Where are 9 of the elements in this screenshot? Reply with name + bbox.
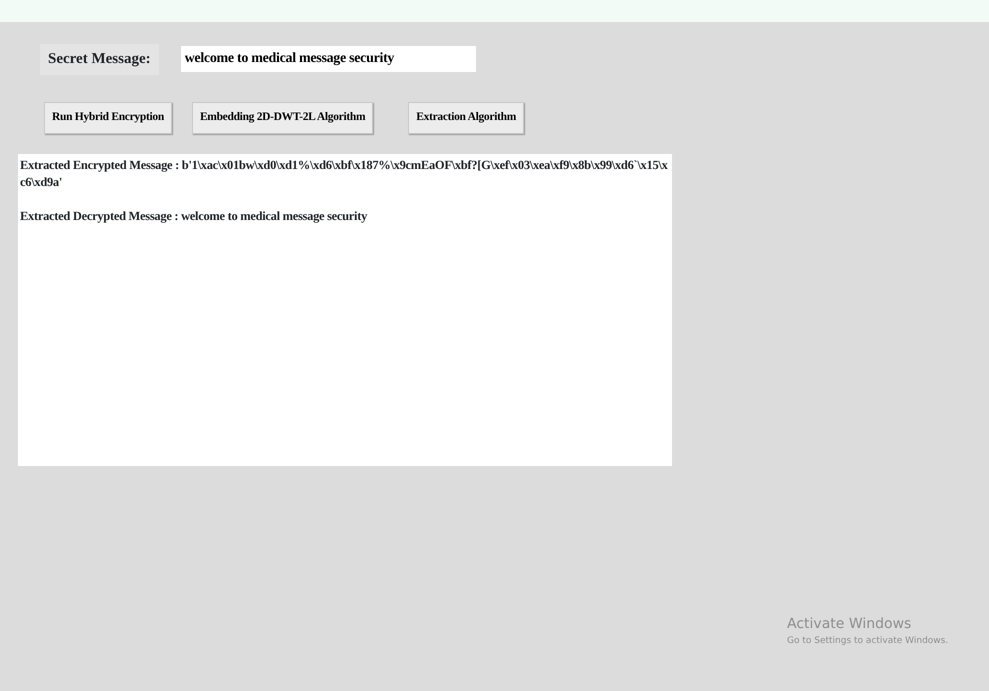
- action-button[interactable]: Extraction Algorithm: [408, 102, 524, 134]
- output-line: Extracted Decrypted Message : welcome to medical message security: [20, 208, 368, 224]
- output-line: Extracted Encrypted Message : b'1\xac\x01bw\xd0\xd1%\xd6\xbf\x187%\x9cmEaOF\xbf?[G\xef\x03\xea\xf9\x8b\x99\xd6`\x15\xc6\xd9a': [20, 156, 669, 190]
- secret-message-field[interactable]: welcome to medical message security: [180, 46, 476, 72]
- action-button[interactable]: Run Hybrid Encryption: [44, 102, 172, 134]
- activation-title: Activate Windows: [787, 615, 912, 634]
- activation-subtitle: Go to Settings to activate Windows.: [787, 635, 948, 648]
- field-label: Secret Message:: [40, 44, 159, 74]
- action-button[interactable]: Embedding 2D-DWT-2L Algorithm: [192, 102, 374, 134]
